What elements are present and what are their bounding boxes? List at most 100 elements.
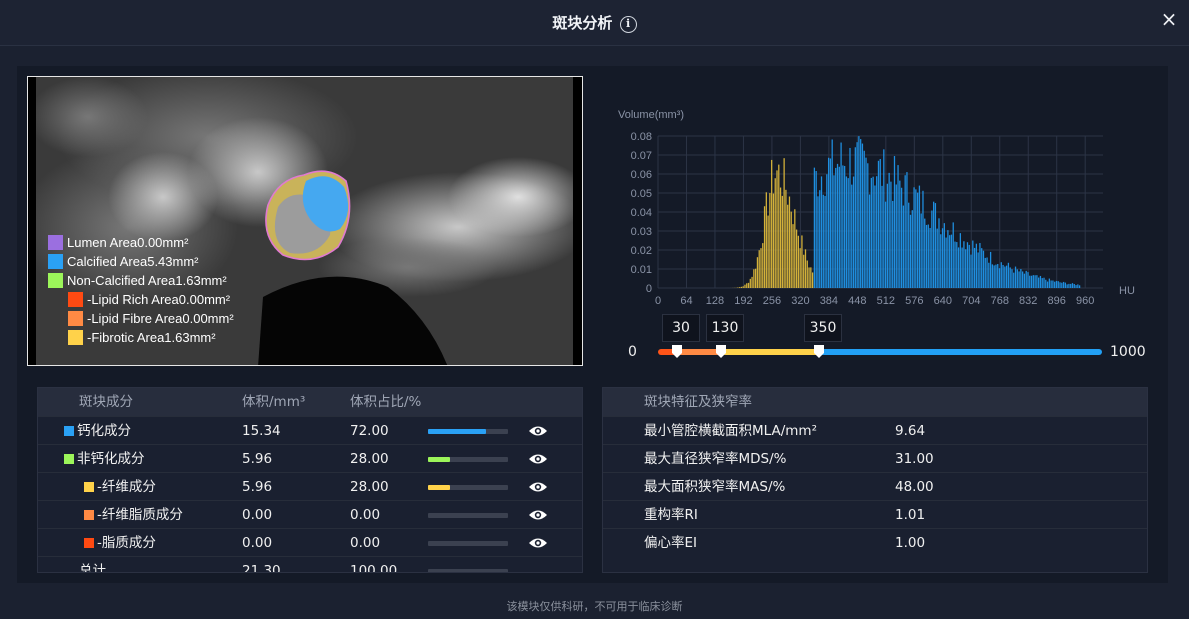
histogram-bar [845,176,848,288]
calcified-swatch [48,254,63,269]
histogram-bar [943,223,945,288]
component-row: -脂质成分 0.00 0.00 [38,528,582,556]
slider-track-fibrotic[interactable] [722,349,820,355]
histogram-bar [922,190,924,288]
close-icon[interactable]: × [1159,9,1179,29]
threshold-mid-value[interactable]: 130 [706,314,744,342]
histogram-bar [997,263,999,288]
slider-handle-low[interactable] [672,345,682,358]
histogram-bar [993,265,995,288]
eye-icon[interactable] [528,424,548,438]
component-name: -纤维成分 [84,473,156,501]
component-name: -脂质成分 [84,529,156,557]
info-icon[interactable]: i [619,16,637,33]
histogram-bar [755,268,757,288]
histogram-bar [954,241,956,288]
eye-icon[interactable] [528,508,548,522]
histogram-bar [769,193,771,288]
slider-handle-high[interactable] [814,345,824,358]
lipid-fibre-swatch [68,311,83,326]
histogram-bar [906,172,908,288]
legend-calcified-label: Calcified Area5.43mm² [67,254,199,269]
histogram-bar [931,210,933,288]
feature-row: 最小管腔横截面积MLA/mm² 9.64 [603,416,1147,444]
histogram-bar [811,272,814,288]
histogram-bar [820,176,823,288]
x-tick-label: 640 [934,295,952,306]
histogram-bar [870,177,872,288]
feature-value: 9.64 [895,423,926,439]
histogram-bar [760,248,762,288]
x-tick-label: 0 [655,295,661,306]
histogram-bar [879,159,881,288]
histogram-svg: Volume(mm³) 0 0.01 0.02 0.03 0.04 0.05 0.06 0.07… [618,109,1135,307]
histogram-bar [861,143,864,288]
header-ratio: 体积占比/% [350,394,422,410]
eye-icon[interactable] [528,536,548,550]
histogram-bar [1013,272,1015,288]
legend-fibrotic-label: -Fibrotic Area1.63mm² [87,330,216,345]
total-volume: 21.30 [242,563,281,573]
histogram-bar [1043,277,1045,288]
x-tick-label: 960 [1076,295,1094,306]
histogram-bar [776,170,778,288]
histogram-bar [1038,277,1040,288]
histogram-bar [968,244,970,288]
histogram-bar [904,175,906,288]
histogram-bar [982,250,985,288]
histogram-bar [758,250,760,288]
histogram-bar [1077,284,1079,288]
histogram-bar [977,252,979,288]
x-tick-label: 320 [791,295,809,306]
slider-handle-mid[interactable] [716,345,726,358]
x-tick-label: 64 [680,295,692,306]
slider-track-high[interactable] [820,349,1102,355]
component-ratio: 28.00 [350,451,389,467]
ct-image-view[interactable]: Lumen Area0.00mm² Calcified Area5.43mm² … [27,76,583,366]
histogram-bar [781,195,783,288]
feature-value: 48.00 [895,479,934,495]
histogram-bar [913,187,915,288]
histogram-bar [797,235,800,288]
header-component: 斑块成分 [79,394,133,410]
eye-icon[interactable] [528,480,548,494]
dialog-title: 斑块分析 i [0,12,1189,33]
lumen-swatch [48,235,63,250]
x-tick-label: 128 [706,295,724,306]
histogram-bar [1041,278,1043,288]
component-name-text: 非钙化成分 [77,451,145,467]
legend-lipid-rich-label: -Lipid Rich Area0.00mm² [87,292,231,307]
histogram-bar [785,189,787,288]
histogram-bar [1022,271,1024,288]
histogram-bar [854,147,856,288]
total-ratio: 100.00 [350,563,398,573]
histogram-bar [799,248,801,288]
histogram-bar [831,139,833,288]
histogram-bar [838,166,840,288]
threshold-low-value[interactable]: 30 [662,314,700,342]
histogram-bar [963,241,965,288]
histogram-bar [756,257,759,288]
histogram-bar [915,189,917,288]
histogram-bar [902,205,905,288]
header-volume: 体积/mm³ [242,394,306,410]
eye-icon[interactable] [528,452,548,466]
x-tick-label: 448 [848,295,866,306]
histogram-bar [1018,271,1020,288]
component-ratio-bar [428,485,508,490]
histogram-bar [749,278,751,288]
histogram-bar [1023,273,1026,288]
component-name-text: -脂质成分 [97,535,156,551]
feature-name: 最大直径狭窄率MDS/% [644,451,787,467]
histogram-bar [787,204,789,288]
histogram-bar [763,206,766,288]
component-ratio-bar-fill [428,485,451,490]
x-tick-label: 256 [763,295,781,306]
components-rows: 钙化成分 15.34 72.00 非钙化成分 5.96 28.00 -纤维成分 5.96 28.… [38,416,582,556]
histogram-bar [961,247,963,288]
histogram-bar [844,165,846,288]
threshold-high-value[interactable]: 350 [804,314,842,342]
histogram-bar [806,260,808,288]
component-color-swatch [64,454,74,464]
features-table-header: 斑块特征及狭窄率 [603,388,1147,416]
